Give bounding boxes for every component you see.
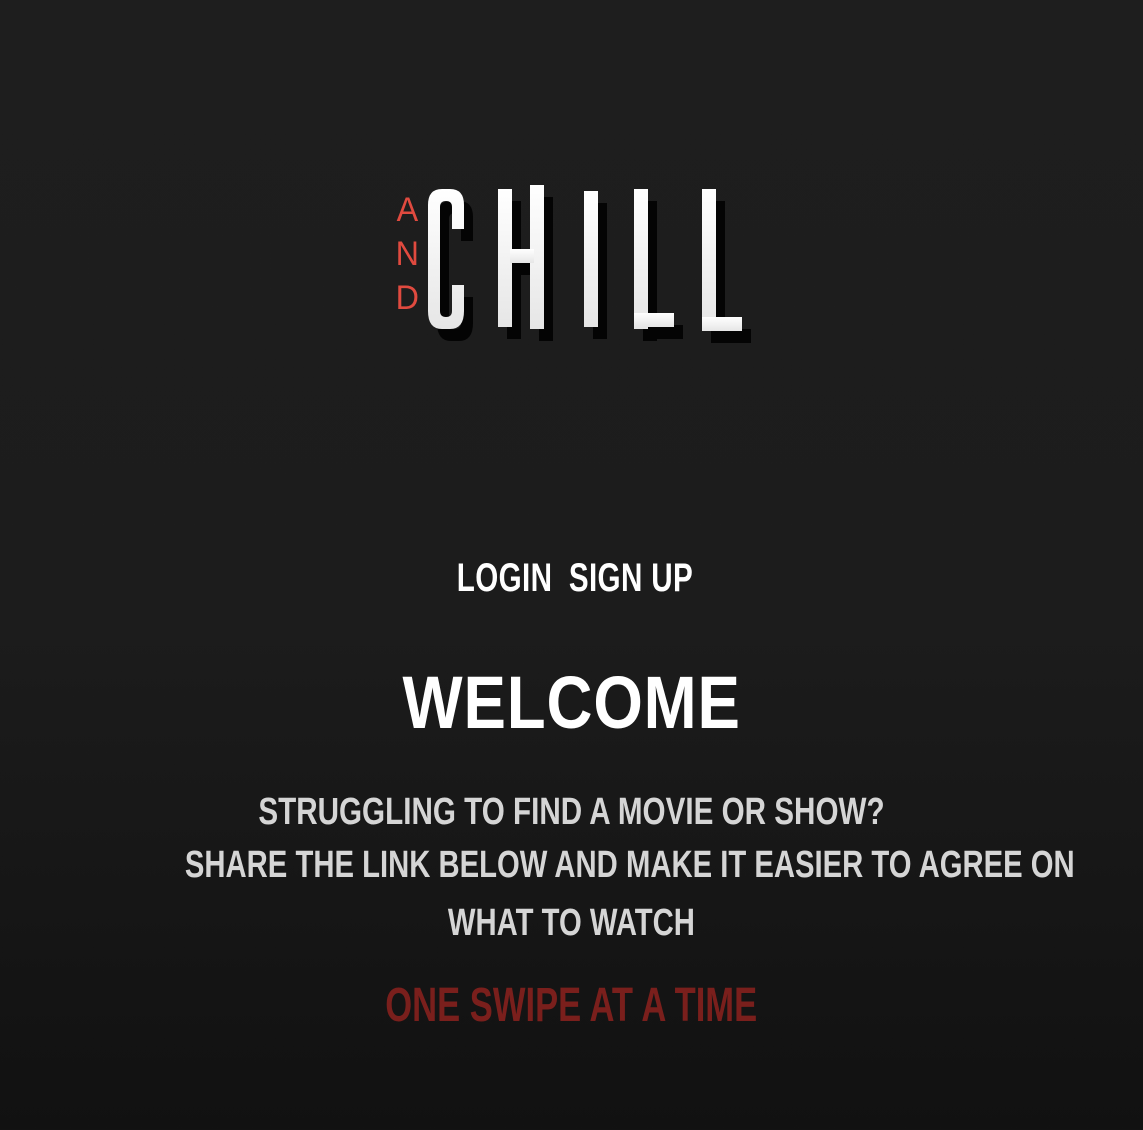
tagline: ONE SWIPE AT A TIME (0, 978, 1143, 1033)
intro-share-text-2: WHAT TO WATCH (447, 902, 696, 944)
welcome-section: WELCOME (0, 660, 1143, 745)
logo-letter-d: D (395, 279, 419, 317)
logo-chill-wordmark (428, 185, 751, 343)
tagline-text: ONE SWIPE AT A TIME (385, 979, 758, 1032)
welcome-heading: WELCOME (402, 661, 741, 744)
auth-nav: LOGIN SIGN UP (0, 556, 1143, 601)
logo-letter-a: A (396, 191, 418, 229)
login-link[interactable]: LOGIN (457, 556, 553, 601)
signup-link[interactable]: SIGN UP (568, 556, 692, 601)
intro-copy: STRUGGLING TO FIND A MOVIE OR SHOW? SHAR… (0, 788, 1143, 952)
intro-share-text-1: SHARE THE LINK BELOW AND MAKE IT EASIER … (184, 844, 1075, 886)
logo: A N D (388, 185, 758, 360)
logo-letter-n: N (395, 235, 419, 273)
intro-line-question: STRUGGLING TO FIND A MOVIE OR SHOW? (0, 788, 1143, 836)
intro-question-text: STRUGGLING TO FIND A MOVIE OR SHOW? (258, 791, 885, 833)
intro-line-share: SHARE THE LINK BELOW AND MAKE IT EASIER … (52, 836, 1092, 952)
